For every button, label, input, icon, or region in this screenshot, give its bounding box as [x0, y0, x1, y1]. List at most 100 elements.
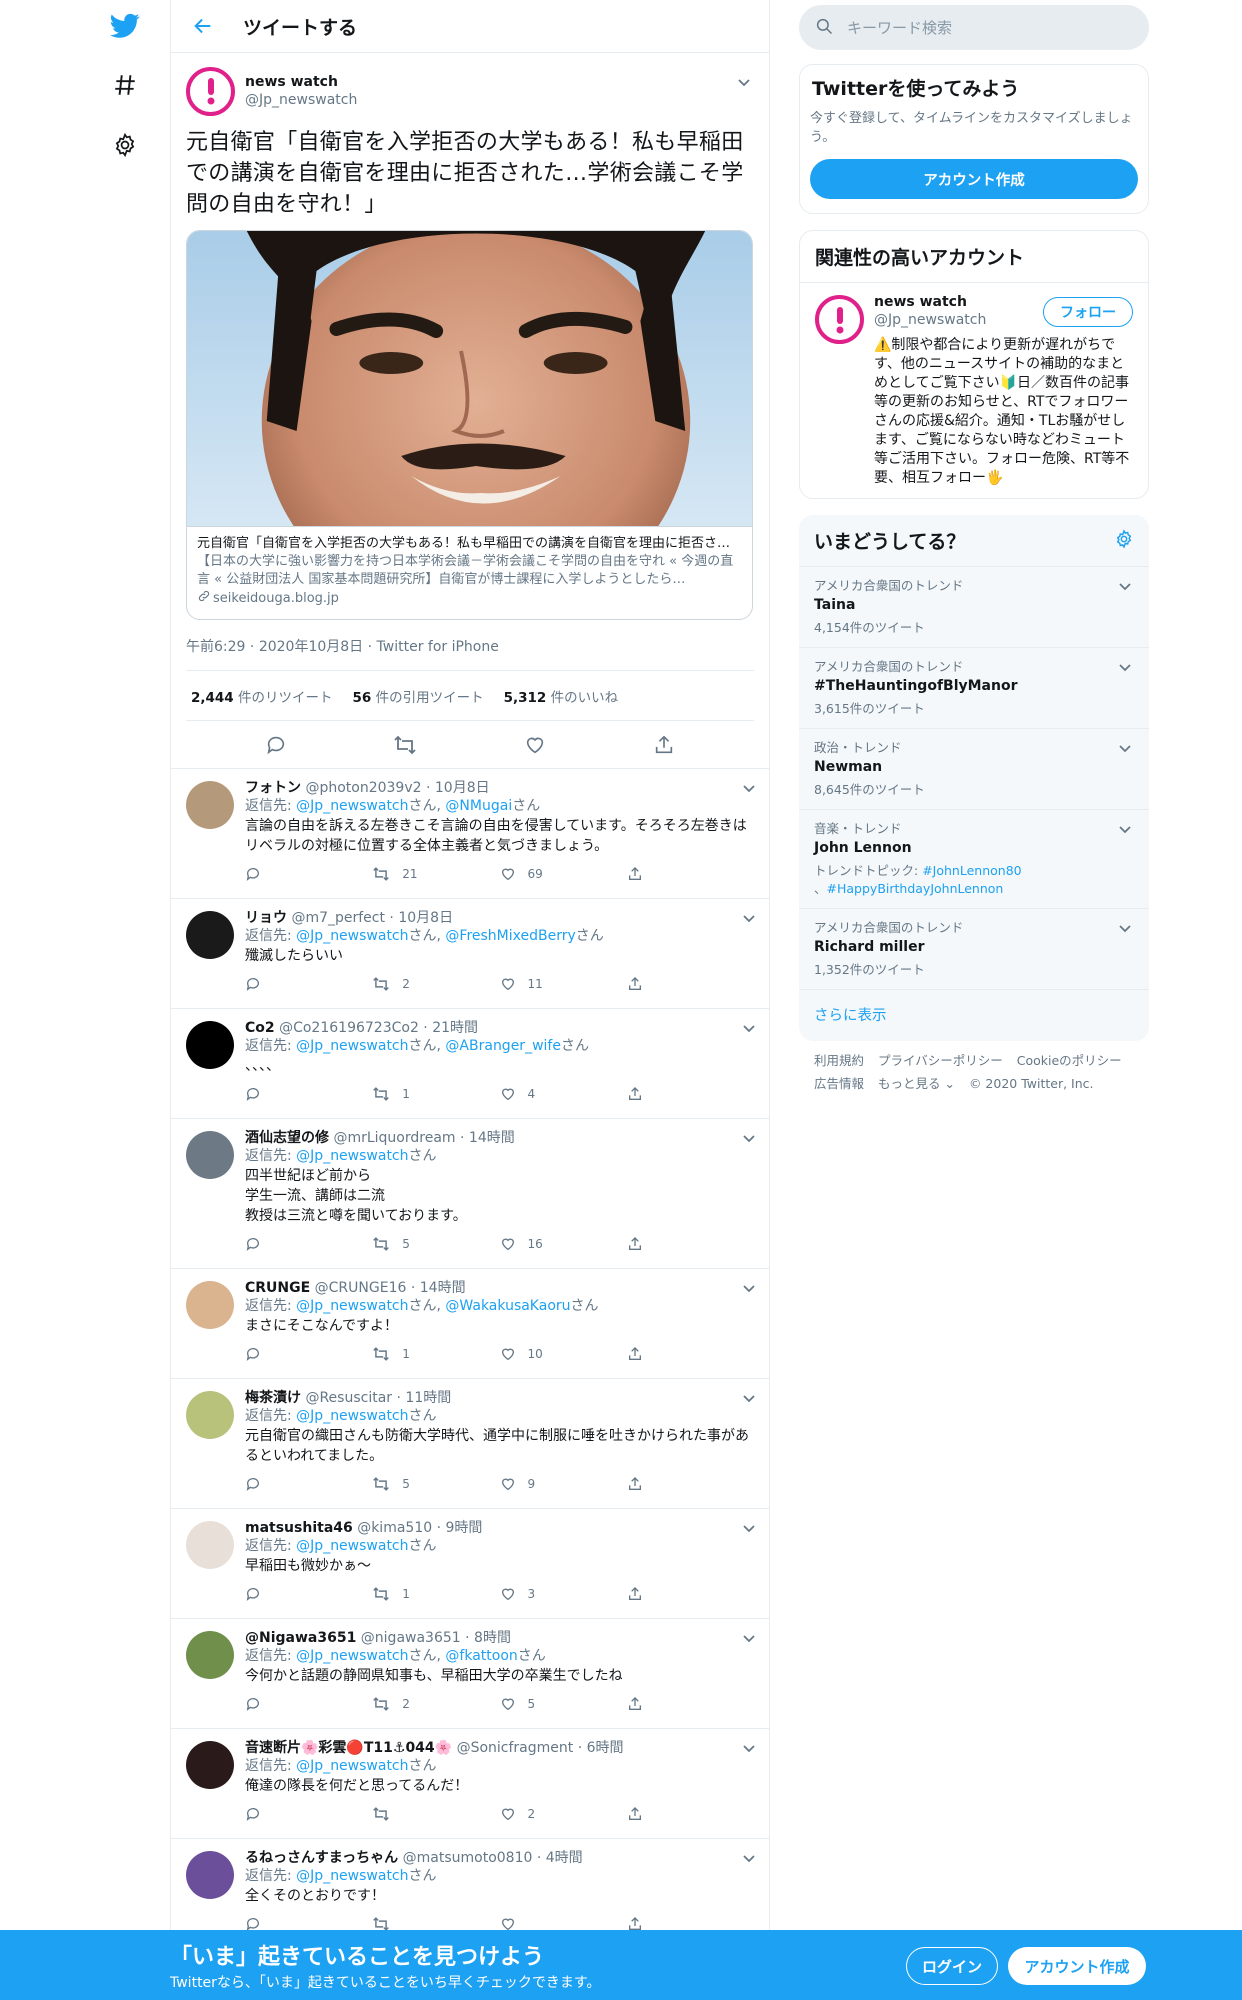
avatar[interactable]	[186, 1391, 234, 1439]
bottom-create-account-button[interactable]: アカウント作成	[1008, 1947, 1146, 1985]
tweet-time[interactable]: 午前6:29	[186, 639, 245, 655]
login-button[interactable]: ログイン	[906, 1947, 998, 1985]
like-heart-icon[interactable]: 11	[500, 976, 627, 992]
trend-item[interactable]: 音楽・トレンド John Lennon トレンドトピック: #JohnLennon8…	[799, 810, 1149, 909]
share-icon[interactable]	[627, 1806, 754, 1822]
share-icon[interactable]	[627, 1586, 754, 1602]
reply-tweet[interactable]: 酒仙志望の修 @mrLiquordream · 14時間 返信先: @Jp_new…	[171, 1119, 769, 1269]
avatar[interactable]	[186, 1851, 234, 1899]
reply-time[interactable]: 14時間	[469, 1130, 515, 1146]
tweet-date[interactable]: 2020年10月8日	[259, 639, 363, 655]
avatar[interactable]	[815, 295, 864, 344]
avatar[interactable]	[186, 1281, 234, 1329]
reply-author-name[interactable]: リョウ	[245, 910, 287, 926]
reply-author-handle[interactable]: @kima510	[357, 1520, 432, 1536]
retweet-icon[interactable]: 5	[372, 1476, 499, 1492]
link-card[interactable]: 元自衛官「自衛官を入学拒否の大学もある！私も早稲田での講演を自衛官を理由に拒否さ…	[186, 230, 753, 620]
reply-icon[interactable]	[245, 866, 372, 882]
reply-tweet[interactable]: Co2 @Co216196723Co2 · 21時間 返信先: @Jp_newsw…	[171, 1009, 769, 1119]
footer-cookie-link[interactable]: Cookieのポリシー	[1017, 1053, 1122, 1068]
author-name[interactable]: news watch	[245, 73, 357, 91]
avatar[interactable]	[186, 911, 234, 959]
chevron-down-icon[interactable]	[739, 1519, 759, 1539]
reply-to-link[interactable]: @Jp_newswatch	[296, 1758, 408, 1774]
reply-time[interactable]: 10月8日	[435, 780, 490, 796]
reply-icon[interactable]	[245, 1806, 372, 1822]
follow-button[interactable]: フォロー	[1043, 297, 1133, 327]
like-heart-icon[interactable]: 5	[500, 1696, 627, 1712]
share-icon[interactable]	[627, 1236, 754, 1252]
reply-author-name[interactable]: るねっさんすまっちゃん	[245, 1850, 398, 1866]
like-heart-icon[interactable]: 16	[500, 1236, 627, 1252]
reply-author-name[interactable]: @Nigawa3651	[245, 1630, 356, 1646]
reply-to-link[interactable]: @fkattoon	[445, 1648, 517, 1664]
retweet-icon[interactable]: 2	[372, 1696, 499, 1712]
like-heart-icon[interactable]: 4	[500, 1086, 627, 1102]
reply-author-name[interactable]: Co2	[245, 1020, 275, 1036]
reply-tweet[interactable]: リョウ @m7_perfect · 10月8日 返信先: @Jp_newswatc…	[171, 899, 769, 1009]
retweet-icon[interactable]	[372, 1806, 499, 1822]
reply-author-handle[interactable]: @CRUNGE16	[315, 1280, 407, 1296]
chevron-down-icon[interactable]	[739, 909, 759, 929]
like-heart-icon[interactable]	[500, 1916, 627, 1930]
avatar[interactable]	[186, 1131, 234, 1179]
reply-icon[interactable]	[245, 1696, 372, 1712]
reply-to-link[interactable]: @WakakusaKaoru	[445, 1298, 570, 1314]
reply-time[interactable]: 9時間	[446, 1520, 483, 1536]
trend-topic-link[interactable]: #JohnLennon80	[922, 863, 1021, 878]
explore-hashtag-icon[interactable]	[105, 65, 145, 105]
retweet-icon[interactable]	[372, 1916, 499, 1930]
reply-icon[interactable]	[245, 1586, 372, 1602]
chevron-down-icon[interactable]	[739, 1129, 759, 1149]
share-icon[interactable]	[627, 1916, 754, 1930]
retweet-count[interactable]: 2,444 件のリツイート	[191, 686, 333, 706]
reply-author-name[interactable]: CRUNGE	[245, 1280, 310, 1296]
reply-author-name[interactable]: 酒仙志望の修	[245, 1130, 329, 1146]
like-count[interactable]: 5,312 件のいいね	[504, 686, 619, 706]
share-icon[interactable]	[646, 727, 682, 763]
show-more-link[interactable]: さらに表示	[799, 990, 1149, 1041]
reply-tweet[interactable]: るねっさんすまっちゃん @matsumoto0810 · 4時間 返信先: @Jp…	[171, 1839, 769, 1930]
search-box[interactable]	[799, 5, 1149, 50]
chevron-down-icon[interactable]	[1115, 820, 1135, 840]
reply-to-link[interactable]: @Jp_newswatch	[296, 798, 408, 814]
chevron-down-icon[interactable]	[1115, 658, 1135, 678]
reply-tweet[interactable]: フォトン @photon2039v2 · 10月8日 返信先: @Jp_newsw…	[171, 769, 769, 899]
reply-icon[interactable]	[245, 1086, 372, 1102]
retweet-icon[interactable]: 21	[372, 866, 499, 882]
share-icon[interactable]	[627, 866, 754, 882]
reply-icon[interactable]	[245, 1916, 372, 1930]
reply-author-handle[interactable]: @nigawa3651	[361, 1630, 461, 1646]
reply-icon[interactable]	[245, 976, 372, 992]
reply-to-link[interactable]: @Jp_newswatch	[296, 1298, 408, 1314]
reply-icon[interactable]	[258, 727, 294, 763]
reply-icon[interactable]	[245, 1346, 372, 1362]
footer-terms-link[interactable]: 利用規約	[814, 1053, 864, 1068]
reply-icon[interactable]	[245, 1476, 372, 1492]
share-icon[interactable]	[627, 1346, 754, 1362]
retweet-icon[interactable]: 5	[372, 1236, 499, 1252]
chevron-down-icon[interactable]	[739, 1019, 759, 1039]
avatar[interactable]	[186, 1631, 234, 1679]
reply-to-link[interactable]: @NMugai	[445, 798, 512, 814]
reply-to-link[interactable]: @Jp_newswatch	[296, 928, 408, 944]
author-handle[interactable]: @Jp_newswatch	[245, 91, 357, 109]
retweet-icon[interactable]: 1	[372, 1586, 499, 1602]
footer-more-link[interactable]: もっと見る ⌄	[878, 1076, 955, 1091]
share-icon[interactable]	[627, 1696, 754, 1712]
chevron-down-icon[interactable]	[739, 1279, 759, 1299]
chevron-down-icon[interactable]	[1115, 739, 1135, 759]
chevron-down-icon[interactable]	[739, 1389, 759, 1409]
chevron-down-icon[interactable]	[1115, 919, 1135, 939]
avatar[interactable]	[186, 1521, 234, 1569]
reply-author-handle[interactable]: @matsumoto0810	[403, 1850, 533, 1866]
reply-to-link[interactable]: @Jp_newswatch	[296, 1868, 408, 1884]
reply-time[interactable]: 21時間	[432, 1020, 478, 1036]
like-heart-icon[interactable]	[517, 727, 553, 763]
reply-to-link[interactable]: @Jp_newswatch	[296, 1148, 408, 1164]
reply-icon[interactable]	[245, 1236, 372, 1252]
settings-gear-icon[interactable]	[105, 125, 145, 165]
reply-tweet[interactable]: @Nigawa3651 @nigawa3651 · 8時間 返信先: @Jp_ne…	[171, 1619, 769, 1729]
like-heart-icon[interactable]: 10	[500, 1346, 627, 1362]
share-icon[interactable]	[627, 1086, 754, 1102]
